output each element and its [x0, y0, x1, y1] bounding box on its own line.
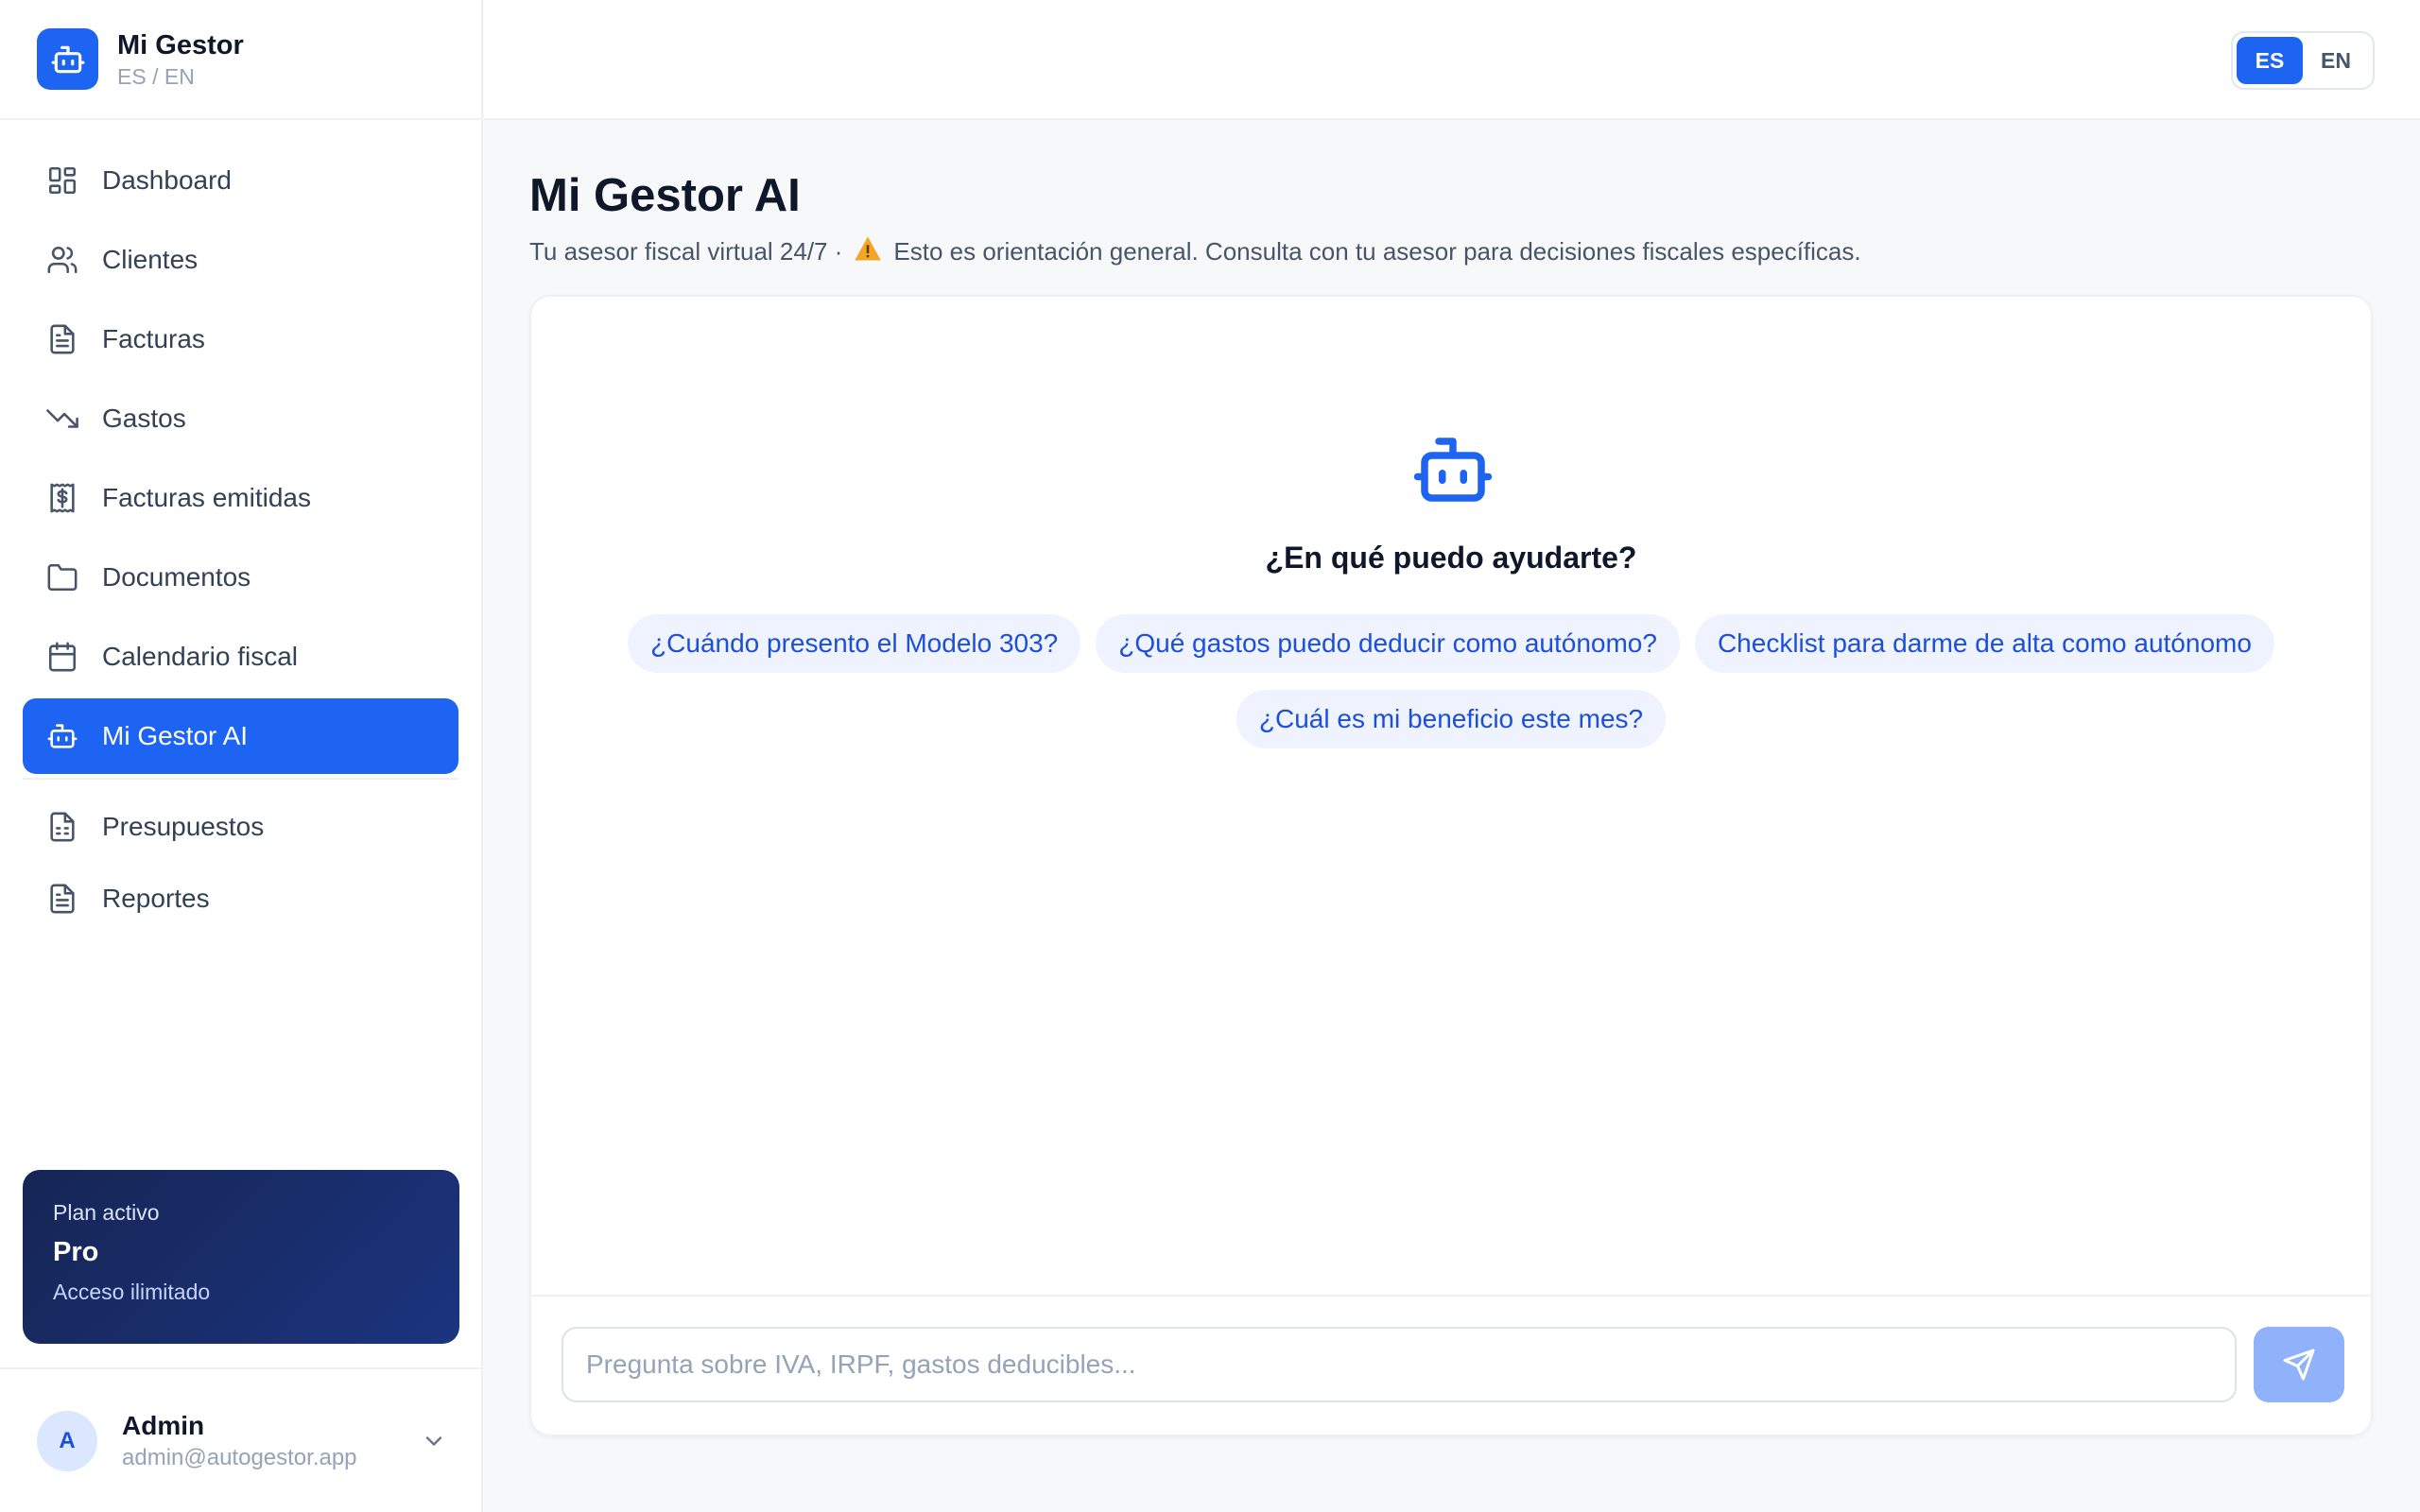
- receipt-icon: [45, 481, 79, 515]
- bot-icon: [51, 45, 84, 73]
- suggestion-chip[interactable]: ¿Qué gastos puedo deducir como autónomo?: [1096, 614, 1680, 673]
- user-name: Admin: [122, 1410, 205, 1440]
- send-icon: [2283, 1349, 2315, 1381]
- lang-es-button[interactable]: ES: [2237, 37, 2303, 84]
- nav-label: Facturas: [102, 324, 205, 353]
- lang-en-button[interactable]: EN: [2303, 37, 2369, 84]
- brand-name: Mi Gestor: [117, 29, 244, 60]
- nav-item-presupuestos[interactable]: Presupuestos: [23, 793, 458, 861]
- brand-header: Mi Gestor ES / EN: [0, 0, 481, 120]
- chat-composer: [531, 1295, 2371, 1435]
- nav-item-facturas-emitidas[interactable]: Facturas emitidas: [23, 460, 458, 536]
- users-icon: [45, 243, 79, 277]
- nav-divider: [23, 778, 458, 780]
- nav-label: Reportes: [102, 884, 210, 913]
- user-email: admin@autogestor.app: [122, 1444, 357, 1470]
- nav-item-reportes[interactable]: Reportes: [23, 865, 458, 933]
- user-menu[interactable]: A Admin admin@autogestor.app: [0, 1367, 483, 1512]
- suggestion-chip[interactable]: ¿Cuál es mi beneficio este mes?: [1236, 690, 1667, 748]
- nav-item-clientes[interactable]: Clientes: [23, 222, 458, 298]
- disclaimer-text: Esto es orientación general. Consulta co…: [893, 237, 1861, 266]
- trending-down-icon: [45, 402, 79, 436]
- file-text-icon: [45, 882, 79, 916]
- warning-icon: [854, 235, 882, 268]
- chat-input[interactable]: [562, 1327, 2237, 1402]
- plan-card[interactable]: Plan activo Pro Acceso ilimitado: [23, 1170, 459, 1344]
- plan-name: Pro: [53, 1237, 99, 1267]
- nav-label: Documentos: [102, 562, 251, 592]
- chat-panel: ¿En qué puedo ayudarte? ¿Cuándo presento…: [529, 295, 2373, 1436]
- calendar-icon: [45, 640, 79, 674]
- file-spreadsheet-icon: [45, 810, 79, 844]
- brand-language-hint: ES / EN: [117, 63, 195, 89]
- plan-label: Plan activo: [53, 1200, 160, 1225]
- language-toggle: ES EN: [2231, 31, 2375, 90]
- suggestion-chip[interactable]: ¿Cuándo presento el Modelo 303?: [628, 614, 1081, 673]
- nav-label: Dashboard: [102, 165, 232, 195]
- page-title: Mi Gestor AI: [529, 170, 801, 221]
- folder-icon: [45, 560, 79, 594]
- top-bar: ES EN: [484, 0, 2420, 120]
- page-subtitle: Tu asesor fiscal virtual 24/7 · Esto es …: [529, 235, 2373, 268]
- sidebar: Mi Gestor ES / EN Dashboard Clientes Fac…: [0, 0, 483, 1512]
- nav-item-calendario-fiscal[interactable]: Calendario fiscal: [23, 619, 458, 695]
- chevron-down-icon[interactable]: [421, 1428, 447, 1459]
- nav-item-dashboard[interactable]: Dashboard: [23, 143, 458, 218]
- nav-label: Facturas emitidas: [102, 483, 311, 512]
- nav-label: Calendario fiscal: [102, 642, 298, 671]
- brand-logo[interactable]: [37, 28, 98, 90]
- nav-label: Presupuestos: [102, 812, 265, 841]
- chat-empty-heading: ¿En qué puedo ayudarte?: [1265, 541, 1637, 575]
- suggestion-list: ¿Cuándo presento el Modelo 303? ¿Qué gas…: [607, 614, 2295, 748]
- file-text-icon: [45, 322, 79, 356]
- dashboard-icon: [45, 163, 79, 198]
- bot-icon: [45, 719, 79, 753]
- send-button[interactable]: [2254, 1327, 2344, 1402]
- nav-label: Mi Gestor AI: [102, 721, 249, 750]
- plan-description: Acceso ilimitado: [53, 1280, 211, 1304]
- main-nav: Dashboard Clientes Facturas Gastos Factu…: [0, 120, 481, 933]
- nav-item-documentos[interactable]: Documentos: [23, 540, 458, 615]
- nav-item-gastos[interactable]: Gastos: [23, 381, 458, 456]
- main-content: Mi Gestor AI Tu asesor fiscal virtual 24…: [529, 120, 2373, 268]
- avatar: A: [37, 1410, 97, 1471]
- nav-label: Clientes: [102, 245, 199, 274]
- bot-icon: [1410, 427, 1495, 517]
- nav-item-facturas[interactable]: Facturas: [23, 301, 458, 377]
- subtitle-text: Tu asesor fiscal virtual 24/7 ·: [529, 237, 843, 266]
- nav-item-mi-gestor-ai[interactable]: Mi Gestor AI: [23, 698, 458, 774]
- nav-label: Gastos: [102, 404, 186, 433]
- suggestion-chip[interactable]: Checklist para darme de alta como autóno…: [1694, 614, 2274, 673]
